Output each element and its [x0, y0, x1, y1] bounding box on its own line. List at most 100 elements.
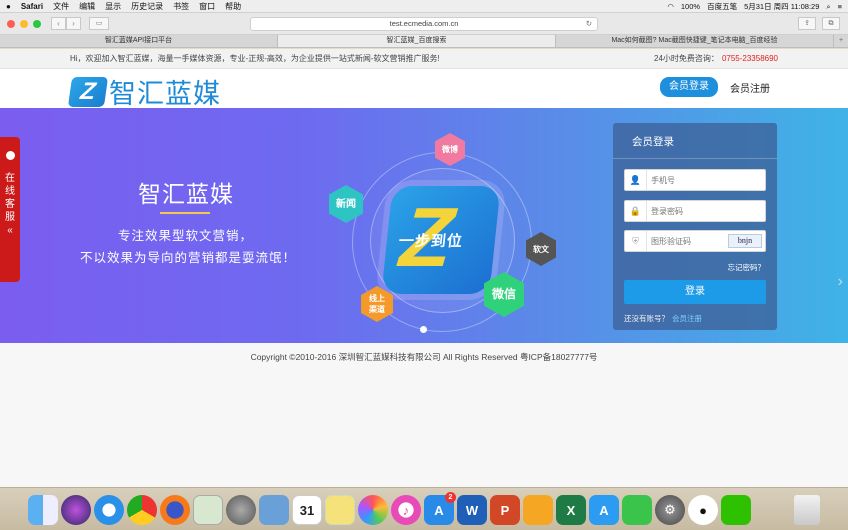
online-service-tab[interactable]: 在 线 客 服 «: [0, 137, 20, 282]
forward-button[interactable]: ›: [66, 17, 81, 30]
facetime-icon[interactable]: [622, 495, 652, 525]
carousel-next-icon[interactable]: ›: [838, 273, 843, 291]
nav-register-link[interactable]: 会员注册: [730, 80, 770, 95]
logo-text: 智汇蓝媒: [109, 79, 221, 109]
notes-icon[interactable]: [325, 495, 355, 525]
menu-bar: ● Safari 文件 编辑 显示 历史记录 书签 窗口 帮助 ◠ 100% 百…: [0, 0, 848, 13]
hotline-number: 0755-23358690: [721, 54, 778, 63]
menu-list-icon[interactable]: ≡: [838, 2, 842, 11]
app-store-icon[interactable]: A: [589, 495, 619, 525]
appstore-badge: 2: [445, 492, 456, 503]
register-link[interactable]: 会员注册: [672, 314, 702, 323]
banner-divider: [160, 212, 210, 214]
address-bar[interactable]: test.ecmedia.com.cn ↻: [250, 17, 598, 31]
finder-icon[interactable]: [28, 495, 58, 525]
banner-subtitle-2: 不以效果为导向的营销都是耍流氓！: [80, 251, 297, 265]
menu-history[interactable]: 历史记录: [131, 1, 163, 12]
itunes-icon[interactable]: ♪: [391, 495, 421, 525]
no-account-text: 还没有账号？ 会员注册: [624, 313, 702, 324]
window-controls: [7, 19, 41, 28]
safari-icon[interactable]: [94, 495, 124, 525]
clock[interactable]: 5月31日 周四 11:08:29: [744, 1, 819, 12]
books-icon[interactable]: [523, 495, 553, 525]
wifi-icon[interactable]: ◠: [667, 2, 674, 11]
wechat-icon[interactable]: [721, 495, 751, 525]
siri-icon[interactable]: [61, 495, 91, 525]
header-nav: 会员登录 会员注册: [660, 77, 770, 97]
word-icon[interactable]: W: [457, 495, 487, 525]
shield-icon: ⛨: [625, 231, 647, 251]
tabs-overview-icon[interactable]: ⧉: [822, 17, 840, 30]
qq-icon[interactable]: ●: [688, 495, 718, 525]
tab-bar: 智汇蓝媒API接口平台 智汇蓝媒_百度搜索 Mac如何截图? Mac截图快捷键_…: [0, 35, 848, 48]
banner-title: 智汇蓝媒: [138, 181, 234, 207]
calendar-day: 31: [299, 502, 315, 518]
menu-file[interactable]: 文件: [53, 1, 69, 12]
excel-icon[interactable]: X: [556, 495, 586, 525]
lock-icon: 🔒: [625, 201, 647, 221]
back-button[interactable]: ‹: [51, 17, 66, 30]
input-method[interactable]: 百度五笔: [707, 1, 737, 12]
user-icon: 👤: [625, 170, 647, 190]
login-submit-button[interactable]: 登录: [624, 280, 766, 304]
captcha-image[interactable]: bnjn: [728, 234, 762, 248]
password-input[interactable]: [651, 204, 731, 218]
login-title: 会员登录: [613, 123, 777, 159]
preview-icon[interactable]: [193, 495, 223, 525]
menu-bookmarks[interactable]: 书签: [173, 1, 189, 12]
site-logo[interactable]: Z 智汇蓝媒: [67, 72, 221, 111]
minimize-window-button[interactable]: [20, 19, 28, 28]
status-area: ◠ 100% 百度五笔 5月31日 周四 11:08:29 ⌕ ≡: [667, 0, 842, 13]
launchpad-icon[interactable]: [226, 495, 256, 525]
hotline-label: 24小时免费咨询：: [654, 54, 719, 63]
service-char-4: 服: [5, 212, 15, 223]
menu-help[interactable]: 帮助: [225, 1, 241, 12]
sidebar-toggle-icon[interactable]: ▭: [89, 17, 109, 30]
appstore-icon[interactable]: A2: [424, 492, 456, 525]
url-text: test.ecmedia.com.cn: [389, 19, 459, 28]
system-preferences-icon[interactable]: ⚙: [655, 495, 685, 525]
no-account-label: 还没有账号？: [624, 314, 669, 323]
reload-icon[interactable]: ↻: [586, 18, 592, 30]
battery-percent[interactable]: 100%: [681, 2, 700, 11]
welcome-text: Hi，欢迎加入智汇蓝媒，海量一手媒体资源，专业-正规-高效，为企业提供一站式新闻…: [70, 54, 440, 63]
mail-icon[interactable]: [259, 495, 289, 525]
menu-window[interactable]: 窗口: [199, 1, 215, 12]
tab-baidu-search[interactable]: 智汇蓝媒_百度搜索: [278, 35, 556, 47]
zoom-window-button[interactable]: [33, 19, 41, 28]
chrome-icon[interactable]: [127, 495, 157, 525]
password-field[interactable]: 🔒: [624, 200, 766, 222]
calendar-icon[interactable]: 31: [292, 495, 322, 525]
menu-edit[interactable]: 编辑: [79, 1, 95, 12]
captcha-input[interactable]: [651, 234, 731, 248]
tab-api-platform[interactable]: 智汇蓝媒API接口平台: [0, 35, 278, 47]
close-window-button[interactable]: [7, 19, 15, 28]
menu-view[interactable]: 显示: [105, 1, 121, 12]
center-caption: 一步到位: [397, 233, 464, 250]
web-page: Hi，欢迎加入智汇蓝媒，海量一手媒体资源，专业-正规-高效，为企业提供一站式新闻…: [0, 49, 848, 487]
phone-field[interactable]: 👤: [624, 169, 766, 191]
service-char-2: 线: [5, 186, 15, 197]
dock-apps: 31 ♪ A2 W P X A ⚙ ●: [28, 491, 751, 529]
top-info-bar: Hi，欢迎加入智汇蓝媒，海量一手媒体资源，专业-正规-高效，为企业提供一站式新闻…: [0, 49, 848, 69]
share-icon[interactable]: ⇪: [798, 17, 816, 30]
search-icon[interactable]: ⌕: [826, 2, 830, 12]
trash-icon[interactable]: [794, 495, 820, 525]
banner-subtitle-1: 专注效果型软文营销，: [118, 229, 254, 243]
browser-toolbar: ‹ › ▭ test.ecmedia.com.cn ↻ ⇪ ⧉: [0, 13, 848, 35]
service-person-icon: [5, 151, 15, 160]
powerpoint-icon[interactable]: P: [490, 495, 520, 525]
firefox-icon[interactable]: [160, 495, 190, 525]
app-menu[interactable]: Safari: [21, 2, 43, 11]
captcha-field[interactable]: ⛨ bnjn: [624, 230, 766, 252]
forgot-password-link[interactable]: 忘记密码？: [728, 262, 766, 273]
phone-input[interactable]: [651, 173, 731, 187]
new-tab-button[interactable]: +: [834, 35, 848, 47]
apple-menu-icon[interactable]: ●: [6, 2, 11, 11]
nav-buttons: ‹ ›: [51, 17, 81, 30]
service-char-1: 在: [5, 173, 15, 184]
photos-icon[interactable]: [358, 495, 388, 525]
carousel-dot[interactable]: [420, 326, 427, 333]
nav-login-button[interactable]: 会员登录: [660, 77, 718, 97]
tab-mac-screenshot[interactable]: Mac如何截图? Mac截图快捷键_笔记本电脑_百度经验: [556, 35, 834, 47]
